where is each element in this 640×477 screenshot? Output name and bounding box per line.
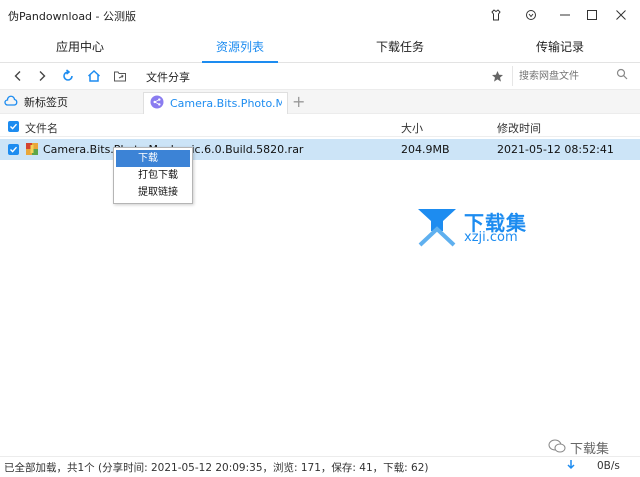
- share-icon: [150, 95, 164, 112]
- watermark-logo: 下载集 xzji.com: [416, 207, 536, 247]
- back-icon[interactable]: [8, 66, 28, 86]
- search-icon[interactable]: [616, 68, 628, 83]
- forward-icon[interactable]: [32, 66, 52, 86]
- status-bar: 已全部加载，共1个 (分享时间: 2021-05-12 20:09:35，浏览:…: [0, 456, 640, 477]
- star-icon[interactable]: [487, 66, 507, 86]
- col-header-name[interactable]: 文件名: [25, 120, 58, 136]
- wechat-watermark: 下载集: [548, 438, 609, 457]
- new-tab-page[interactable]: 新标签页: [4, 94, 68, 110]
- path-label: 文件分享: [146, 71, 190, 84]
- settings-icon[interactable]: [520, 5, 542, 25]
- row-checkbox[interactable]: [8, 144, 19, 155]
- window-title: 伪Pandownload - 公测版: [8, 10, 137, 23]
- toolbar: 文件分享: [0, 63, 640, 89]
- wechat-icon: [548, 439, 566, 457]
- tab-camera-bits[interactable]: Camera.Bits.Photo.M...: [143, 92, 288, 114]
- cloud-icon: [4, 95, 18, 110]
- menu-item-download[interactable]: 下载: [116, 150, 190, 167]
- maximize-button[interactable]: [581, 5, 603, 25]
- search-input[interactable]: [519, 68, 609, 84]
- refresh-icon[interactable]: [58, 66, 78, 86]
- close-button[interactable]: [610, 5, 632, 25]
- status-text: 已全部加载，共1个 (分享时间: 2021-05-12 20:09:35，浏览:…: [4, 462, 429, 474]
- table-header: 文件名 大小 修改时间: [0, 115, 640, 137]
- download-speed-icon: [566, 459, 576, 474]
- tab-resource-list[interactable]: 资源列表: [160, 30, 320, 63]
- search-box: [512, 66, 632, 86]
- col-header-size[interactable]: 大小: [401, 120, 423, 136]
- tab-app-center[interactable]: 应用中心: [0, 30, 160, 63]
- new-tab-label: 新标签页: [24, 96, 68, 109]
- title-bar: 伪Pandownload - 公测版: [0, 0, 640, 30]
- page-tab-bar: 新标签页 Camera.Bits.Photo.M... +: [0, 89, 640, 114]
- add-tab-button[interactable]: +: [292, 93, 305, 111]
- minimize-button[interactable]: [554, 5, 576, 25]
- main-tabs: 应用中心 资源列表 下载任务 传输记录: [0, 30, 640, 63]
- row-file-size: 204.9MB: [401, 143, 450, 156]
- tab-transfer-records[interactable]: 传输记录: [480, 30, 640, 63]
- context-menu: 下载 打包下载 提取链接: [113, 147, 193, 204]
- tab-download-tasks[interactable]: 下载任务: [320, 30, 480, 63]
- wechat-label: 下载集: [570, 442, 610, 457]
- watermark-domain: xzji.com: [464, 230, 518, 245]
- skin-icon[interactable]: [485, 5, 507, 25]
- download-speed: 0B/s: [597, 460, 620, 472]
- table-row[interactable]: Camera.Bits.Photo.Mechanic.6.0.Build.582…: [0, 139, 640, 160]
- select-all-checkbox[interactable]: [8, 121, 19, 132]
- row-modified-time: 2021-05-12 08:52:41: [497, 143, 614, 156]
- menu-item-extract-link[interactable]: 提取链接: [116, 184, 190, 201]
- share-folder-icon[interactable]: [110, 66, 130, 86]
- doc-tab-label: Camera.Bits.Photo.M...: [170, 97, 282, 110]
- col-header-modified[interactable]: 修改时间: [497, 120, 541, 136]
- download-arrow-logo-icon: [418, 209, 456, 247]
- home-icon[interactable]: [84, 66, 104, 86]
- archive-file-icon: [25, 142, 39, 159]
- menu-item-pack-download[interactable]: 打包下载: [116, 167, 190, 184]
